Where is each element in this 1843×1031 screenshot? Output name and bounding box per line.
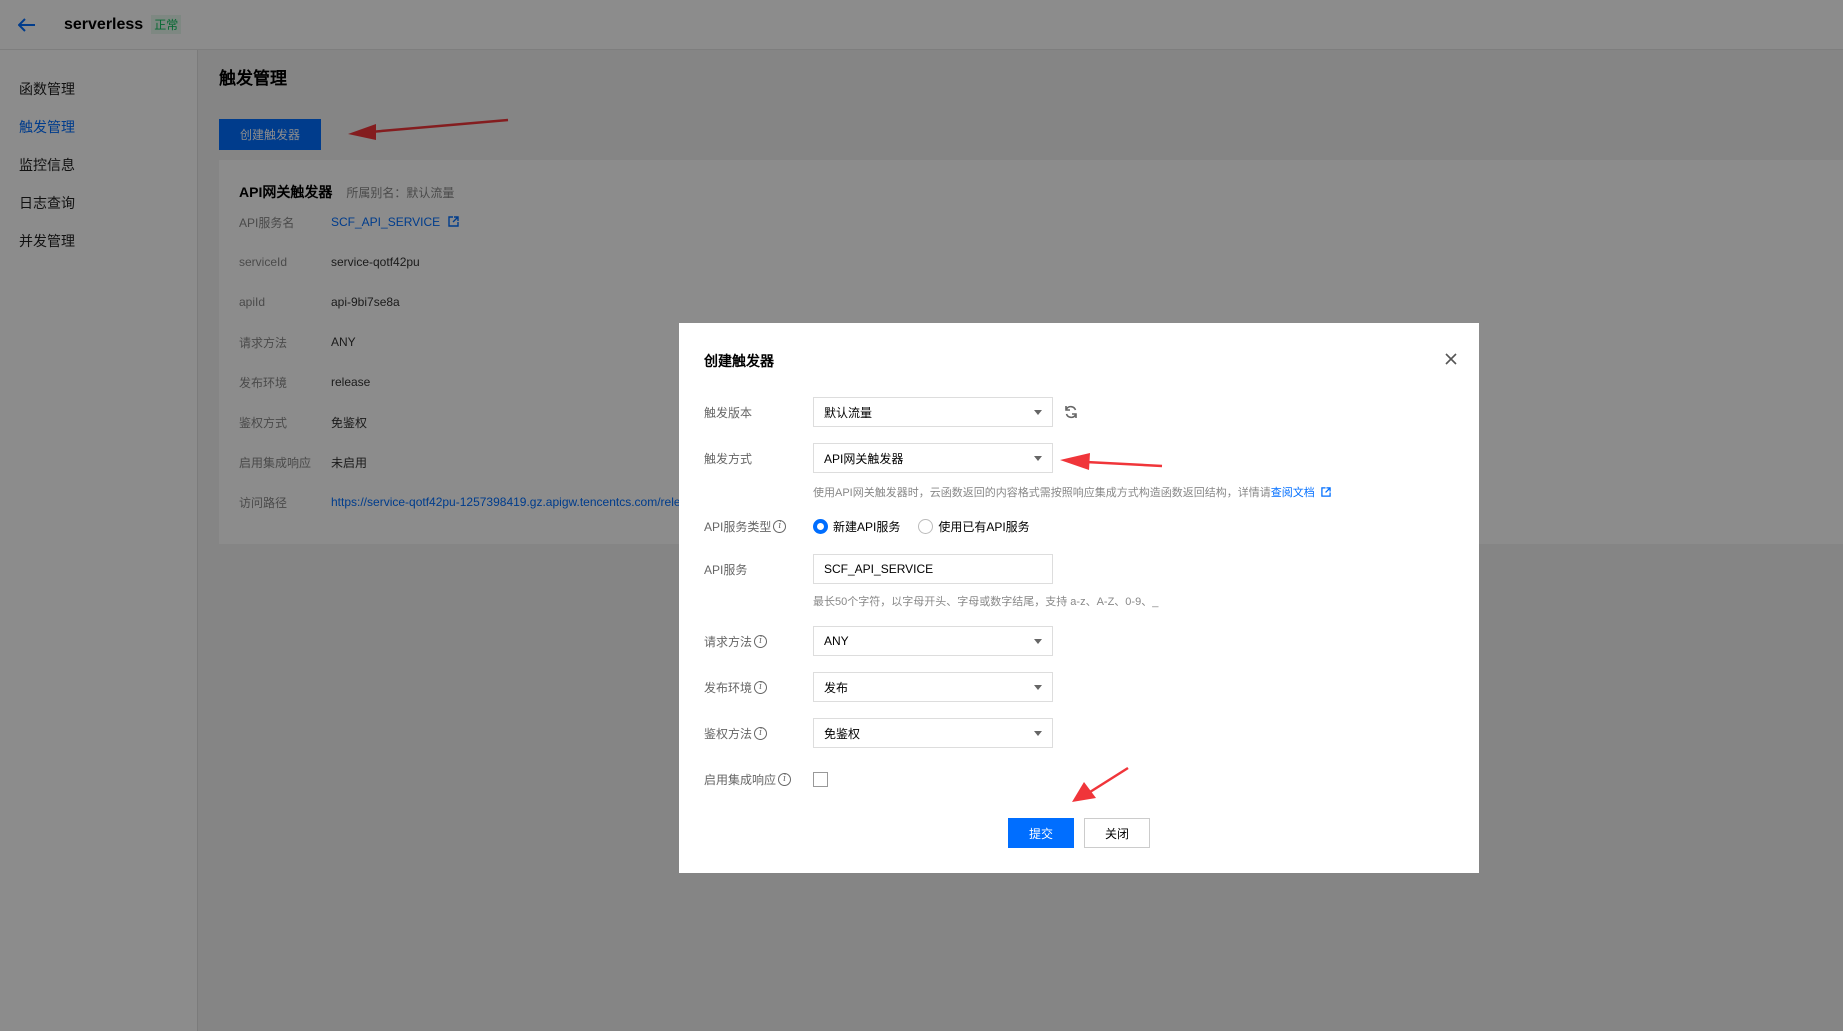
trigger-type-label: 触发方式 bbox=[704, 451, 753, 466]
close-icon[interactable] bbox=[1443, 351, 1459, 367]
auth-label: 鉴权方法 bbox=[704, 726, 753, 741]
method-label: 请求方法 bbox=[704, 634, 753, 649]
radio-checked-icon bbox=[813, 519, 828, 534]
method-row: 请求方法 i ANY bbox=[704, 626, 1053, 656]
trigger-type-select[interactable]: API网关触发器 bbox=[813, 443, 1053, 473]
method-value: ANY bbox=[824, 634, 849, 648]
version-select[interactable]: 默认流量 bbox=[813, 397, 1053, 427]
create-trigger-dialog: 创建触发器 触发版本 默认流量 触发方式 API网关触发器 使用API网关触发器… bbox=[679, 323, 1479, 873]
integration-label: 启用集成响应 bbox=[704, 772, 777, 787]
info-icon[interactable]: i bbox=[754, 680, 768, 694]
radio-existing-service[interactable]: 使用已有API服务 bbox=[918, 518, 1030, 535]
method-select[interactable]: ANY bbox=[813, 626, 1053, 656]
caret-down-icon bbox=[1034, 684, 1042, 690]
api-service-input[interactable] bbox=[813, 554, 1053, 584]
close-button[interactable]: 关闭 bbox=[1084, 818, 1150, 848]
info-icon[interactable]: i bbox=[778, 772, 792, 786]
caret-down-icon bbox=[1034, 409, 1042, 415]
integration-checkbox[interactable] bbox=[813, 771, 828, 787]
version-value: 默认流量 bbox=[824, 405, 873, 420]
auth-select[interactable]: 免鉴权 bbox=[813, 718, 1053, 748]
trigger-type-row: 触发方式 API网关触发器 bbox=[704, 443, 1053, 473]
env-label: 发布环境 bbox=[704, 680, 753, 695]
caret-down-icon bbox=[1034, 455, 1042, 461]
dialog-title: 创建触发器 bbox=[704, 353, 774, 369]
trigger-type-help: 使用API网关触发器时，云函数返回的内容格式需按照响应集成方式构造函数返回结构，… bbox=[813, 484, 1331, 500]
info-icon[interactable]: i bbox=[773, 520, 787, 533]
service-type-label: API服务类型 bbox=[704, 520, 772, 534]
api-service-label: API服务 bbox=[704, 562, 748, 577]
auth-value: 免鉴权 bbox=[824, 726, 861, 741]
service-type-row: API服务类型 i 新建API服务 使用已有API服务 bbox=[704, 518, 1030, 535]
env-value: 发布 bbox=[824, 680, 849, 695]
radio-new-service[interactable]: 新建API服务 bbox=[813, 518, 900, 535]
version-label: 触发版本 bbox=[704, 405, 753, 420]
submit-button[interactable]: 提交 bbox=[1008, 818, 1074, 848]
refresh-icon[interactable] bbox=[1063, 404, 1079, 420]
trigger-type-value: API网关触发器 bbox=[824, 451, 904, 466]
radio-unchecked-icon bbox=[918, 519, 934, 534]
caret-down-icon bbox=[1034, 638, 1042, 644]
env-select[interactable]: 发布 bbox=[813, 672, 1053, 702]
env-row: 发布环境 i 发布 bbox=[704, 672, 1053, 702]
version-row: 触发版本 默认流量 bbox=[704, 397, 1079, 427]
docs-link[interactable]: 查阅文档 bbox=[1271, 487, 1315, 499]
caret-down-icon bbox=[1034, 730, 1042, 736]
integration-row: 启用集成响应 i bbox=[704, 764, 828, 794]
auth-row: 鉴权方法 i 免鉴权 bbox=[704, 718, 1053, 748]
info-icon[interactable]: i bbox=[754, 634, 768, 648]
info-icon[interactable]: i bbox=[754, 726, 768, 740]
api-service-row: API服务 bbox=[704, 554, 1053, 584]
external-link-icon bbox=[1321, 487, 1331, 497]
api-service-help: 最长50个字符，以字母开头、字母或数字结尾，支持 a-z、A-Z、0-9、_ bbox=[813, 596, 1159, 608]
